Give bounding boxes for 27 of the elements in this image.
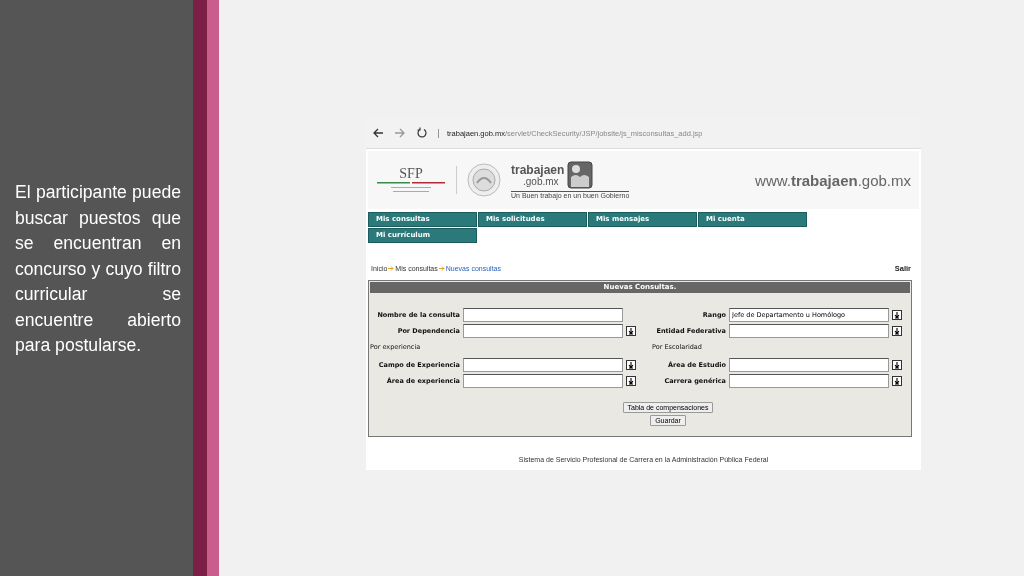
input-field[interactable] bbox=[463, 374, 623, 388]
brand-logo-icon bbox=[567, 161, 594, 189]
dropdown-arrow-icon[interactable] bbox=[892, 360, 902, 370]
input-field[interactable] bbox=[463, 308, 623, 322]
input-field[interactable] bbox=[463, 358, 623, 372]
back-icon[interactable] bbox=[372, 127, 384, 139]
dropdown-arrow-icon[interactable] bbox=[626, 326, 636, 336]
input-field[interactable] bbox=[729, 324, 889, 338]
arrow-icon bbox=[438, 266, 445, 271]
arrow-icon bbox=[388, 266, 395, 271]
seal-icon bbox=[467, 163, 501, 197]
input-field[interactable] bbox=[463, 324, 623, 338]
input-field[interactable] bbox=[729, 374, 889, 388]
brand-name: trabajaen bbox=[511, 163, 565, 176]
sfp-logo-text: SFP bbox=[399, 166, 423, 182]
input-field[interactable] bbox=[729, 358, 889, 372]
site-address: www.trabajaen.gob.mx bbox=[755, 171, 911, 189]
slide-text: El participante puede buscar puestos que se encuentran en concurso y cuyo filtro curricular se encuentre abierto para postularse. bbox=[15, 181, 181, 357]
refresh-icon[interactable] bbox=[416, 127, 428, 139]
dropdown-arrow-icon[interactable] bbox=[626, 360, 636, 370]
brand-domain: .gob.mx bbox=[523, 175, 559, 187]
dropdown-arrow-icon[interactable] bbox=[892, 310, 902, 320]
flag-lines-icon bbox=[377, 182, 445, 194]
forward-icon[interactable] bbox=[394, 127, 406, 139]
dropdown-arrow-icon[interactable] bbox=[626, 376, 636, 386]
dropdown-arrow-icon[interactable] bbox=[892, 326, 902, 336]
dropdown-arrow-icon[interactable] bbox=[892, 376, 902, 386]
